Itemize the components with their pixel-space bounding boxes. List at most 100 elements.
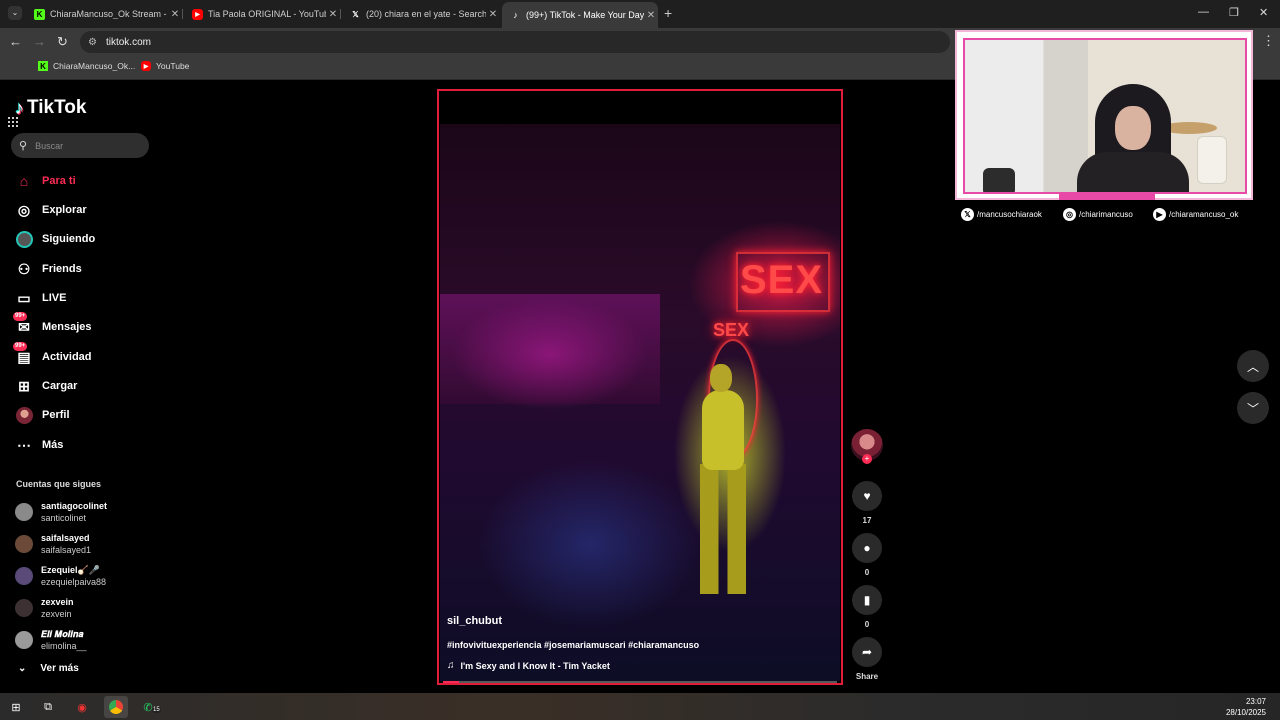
share-label: Share [855,672,879,681]
menu-item-friends[interactable]: ⚇ Friends [15,258,82,280]
video-author[interactable]: sil_chubut [447,615,502,627]
x-icon: 𝕏 [961,208,974,221]
activity-icon: ▤ 99+ [13,342,31,365]
account-username: 𝑬𝒍𝒊 𝑴𝒐𝒍𝒊𝒏𝒂 [41,629,84,639]
video-music[interactable]: ♫ I'm Sexy and I Know It - Tim Yacket [447,660,610,671]
tab-search-button[interactable]: ⌄ [8,6,22,20]
menu-label: LIVE [42,292,67,304]
following-avatar-icon [15,230,33,248]
menu-item-perfil[interactable]: Perfil [15,404,70,426]
social-youtube: ▶ /chiaramancuso_ok [1153,208,1238,221]
comment-count: 0 [864,568,870,577]
tab-tiktok[interactable]: ♪ (99+) TikTok - Make Your Day ✕ [502,2,658,28]
tab-youtube[interactable]: ▶ Tia Paola ORIGINAL - YouTube ✕ [184,4,340,24]
close-icon[interactable]: ✕ [644,10,658,21]
followed-account[interactable]: Ezequiel🪕🎤 ezequielpaiva88 [15,564,106,588]
like-button[interactable]: ♥ [852,481,882,511]
x-icon: 𝕏 [352,9,359,19]
new-tab-button[interactable]: + [664,5,672,21]
youtube-icon: ▶ [141,61,151,71]
compass-icon: ◎ [17,201,31,218]
profile-avatar-icon [15,406,33,424]
instagram-icon: ◎ [1063,208,1076,221]
account-handle: santicolinet [41,513,87,523]
address-bar[interactable]: ⚙ tiktok.com [80,31,950,53]
social-instagram: ◎ /chiarimancuso [1063,208,1133,221]
previous-video-button[interactable]: ︿ [1237,350,1269,382]
followed-account[interactable]: zexvein zexvein [15,596,74,620]
friends-icon: ⚇ [17,260,31,277]
message-icon: ✉ 99+ [13,312,30,335]
account-handle: elimolina__ [41,641,87,651]
menu-item-mas[interactable]: ⋯ Más [15,434,63,456]
task-view-icon[interactable]: ⧉ [40,699,56,715]
close-icon[interactable]: ✕ [168,9,182,20]
search-placeholder: Buscar [35,140,64,151]
video-progress-bar[interactable] [443,681,837,683]
next-video-button[interactable]: ﹀ [1237,392,1269,424]
video-hashtags[interactable]: #infovivituexperiencia #josemariamuscari… [447,640,699,650]
tab-title: (99+) TikTok - Make Your Day [526,10,644,20]
system-clock[interactable]: 23:07 28/10/2025 [1226,696,1266,718]
followed-account[interactable]: saifalsayed saifalsayed1 [15,532,91,556]
avatar [15,503,33,521]
menu-item-para-ti[interactable]: ⌂ Para ti [15,170,76,192]
menu-item-actividad[interactable]: ▤ 99+ Actividad [13,342,92,368]
follow-plus-icon[interactable]: + [862,454,872,464]
restore-button[interactable]: ❐ [1229,6,1239,19]
youtube-icon: ▶ [1153,208,1166,221]
url-text: tiktok.com [105,36,151,48]
video-performer [688,364,758,594]
menu-item-live[interactable]: ▭ LIVE [15,287,66,309]
chevron-down-icon: ⌄ [18,663,27,674]
tab-kick[interactable]: K ChiaraMancuso_Ok Stream - W ✕ [26,4,182,24]
back-button[interactable]: ← [9,34,22,49]
tab-separator [340,9,341,19]
share-button[interactable]: ➦ [852,637,882,667]
forward-button[interactable]: → [33,34,46,49]
minimize-button[interactable]: — [1198,6,1209,18]
followed-account[interactable]: santiagocolinet santicolinet [15,500,107,524]
see-more-button[interactable]: ⌄ Ver más [18,663,79,674]
browser-menu-icon[interactable]: ⋮ [1262,33,1275,49]
neon-sign-small: SEX [713,320,750,340]
creator-avatar[interactable]: + [851,429,883,464]
menu-item-siguiendo[interactable]: Siguiendo [15,228,95,250]
chrome-icon [109,700,123,714]
search-input[interactable]: ⚲ Buscar [11,133,149,158]
account-handle: ezequielpaiva88 [41,577,107,587]
chrome-taskbar-button[interactable] [104,696,128,718]
bookmark-kick[interactable]: K ChiaraMancuso_Ok... [38,61,135,71]
menu-label: Actividad [42,351,92,363]
webcam-frame-accent [1059,194,1155,200]
clock-date: 28/10/2025 [1225,708,1266,717]
tab-x-search[interactable]: 𝕏 (20) chiara en el yate - Search / ✕ [342,4,500,24]
window-close-button[interactable]: ✕ [1259,6,1268,19]
avatar [15,631,33,649]
music-note-icon: ♫ [447,660,455,671]
menu-label: Más [42,439,64,451]
close-icon[interactable]: ✕ [326,9,340,20]
video-player[interactable]: SEX SEX [437,89,843,685]
streamer-webcam-overlay [955,30,1253,200]
close-icon[interactable]: ✕ [486,9,500,20]
reload-button[interactable]: ↻ [57,34,68,50]
menu-label: Perfil [42,409,70,421]
menu-item-mensajes[interactable]: ✉ 99+ Mensajes [13,312,92,338]
menu-item-cargar[interactable]: ⊞ Cargar [15,375,77,397]
tab-title: (20) chiara en el yate - Search / [366,9,486,19]
obs-icon[interactable]: ◉ [74,699,90,715]
webcam-feed [963,38,1247,194]
windows-start-icon[interactable]: ⊞ [8,699,24,715]
comment-button[interactable]: ● [852,533,882,563]
followed-account[interactable]: 𝑬𝒍𝒊 𝑴𝒐𝒍𝒊𝒏𝒂 elimolina__ [15,628,87,652]
bookmark-icon: ▮ [863,593,871,607]
kick-icon: K [34,8,45,20]
site-info-icon[interactable]: ⚙ [88,37,97,48]
account-handle: zexvein [41,609,72,619]
video-frame-image: SEX SEX [440,124,840,681]
bookmark-button[interactable]: ▮ [852,585,882,615]
menu-item-explorar[interactable]: ◎ Explorar [15,199,87,221]
tiktok-logo[interactable]: ♪ TikTok [15,97,86,119]
bookmark-youtube[interactable]: ▶ YouTube [141,61,189,71]
